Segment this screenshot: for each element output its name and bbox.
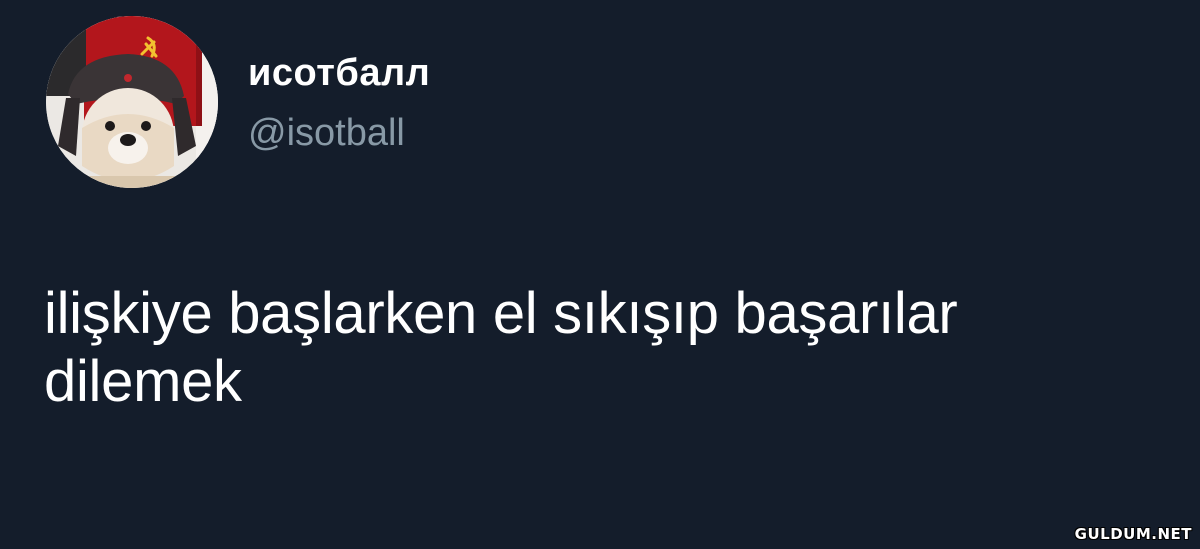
avatar[interactable] — [46, 16, 218, 188]
tweet-card: исотбалл @isotball ilişkiye başlarken el… — [0, 0, 1200, 549]
tweet-text-line-2: dilemek — [44, 349, 242, 414]
tweet-text-line-1: ilişkiye başlarken el sıkışıp başarılar — [44, 281, 958, 346]
display-name[interactable]: исотбалл — [248, 52, 430, 95]
user-handle[interactable]: @isotball — [248, 112, 405, 155]
dog-avatar-icon — [46, 16, 218, 188]
watermark: GULDUM.NET — [1074, 525, 1192, 543]
tweet-text: ilişkiye başlarken el sıkışıp başarılar … — [44, 280, 1184, 416]
